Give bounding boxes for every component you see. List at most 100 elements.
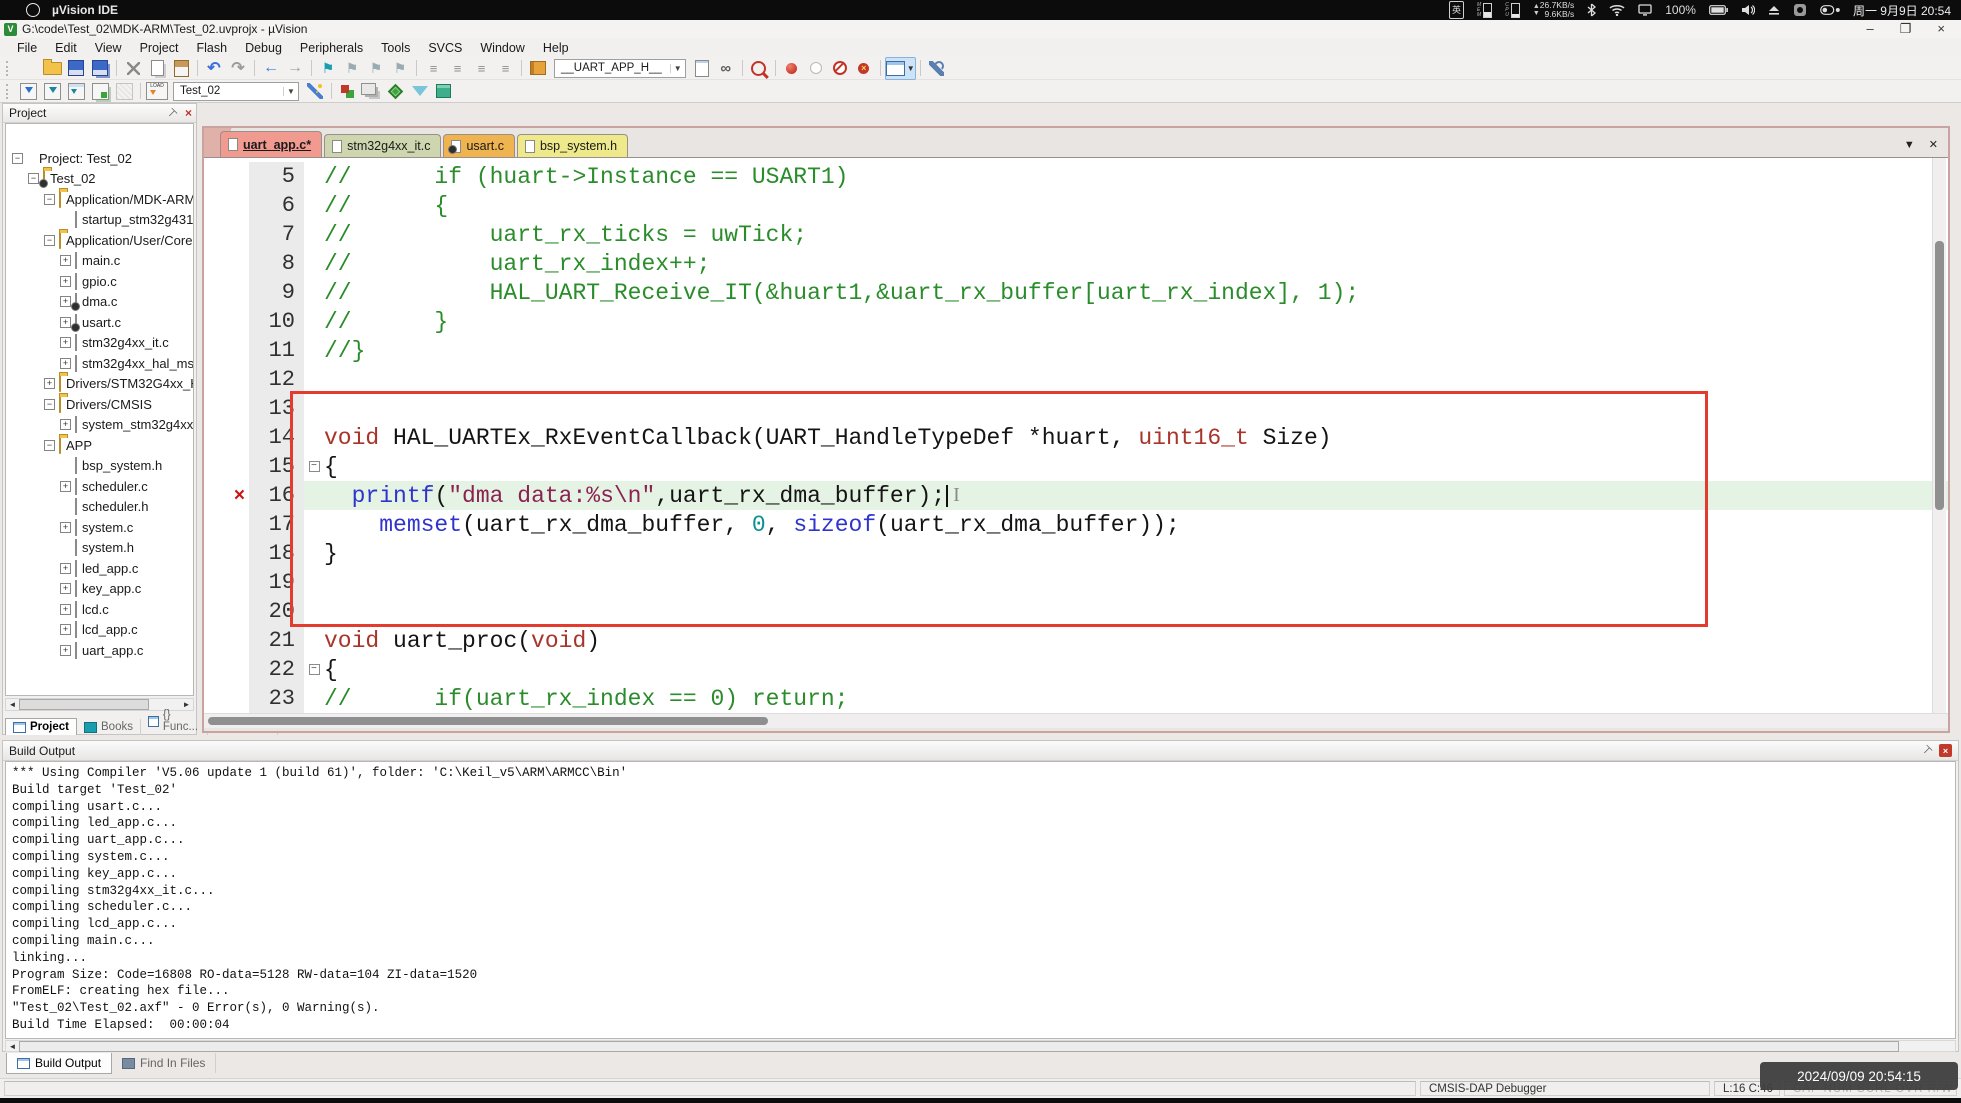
- build-output-hscrollbar[interactable]: ◄: [5, 1040, 1956, 1052]
- collapse-icon[interactable]: −: [12, 153, 23, 164]
- scroll-thumb[interactable]: [19, 1041, 1899, 1052]
- chevron-down-icon[interactable]: ▼: [283, 87, 295, 96]
- close-button[interactable]: ×: [1937, 21, 1945, 37]
- search-project-button[interactable]: [747, 58, 771, 79]
- maximize-button[interactable]: ❐: [1900, 21, 1912, 37]
- new-file-button[interactable]: [16, 58, 40, 79]
- bottom-tab-build-output[interactable]: Build Output: [6, 1053, 112, 1074]
- panel-tab-books[interactable]: Books: [77, 719, 141, 735]
- tree-item-usart-c[interactable]: +usart.c: [6, 312, 193, 333]
- cut-button[interactable]: [121, 58, 145, 79]
- unindent-button[interactable]: ≡: [421, 58, 445, 79]
- memory-gauge-icon[interactable]: MEM: [1477, 2, 1492, 18]
- expand-icon[interactable]: +: [60, 563, 71, 574]
- comment-button[interactable]: ≡: [469, 58, 493, 79]
- undo-button[interactable]: ↶: [202, 58, 226, 79]
- expand-icon[interactable]: +: [60, 358, 71, 369]
- code-line-content[interactable]: void HAL_UARTEx_RxEventCallback(UART_Han…: [304, 423, 1948, 452]
- code-editor[interactable]: 5// if (huart->Instance == USART1)6// {7…: [204, 158, 1948, 713]
- code-line-content[interactable]: }: [304, 539, 1948, 568]
- system-clock[interactable]: 周一 9月9日 20:54: [1853, 2, 1951, 19]
- project-tree[interactable]: −Project: Test_02−Test_02−Application/MD…: [5, 123, 194, 696]
- scroll-left-icon[interactable]: ◄: [6, 699, 19, 710]
- chevron-down-icon[interactable]: ▼: [670, 64, 682, 73]
- code-line-10[interactable]: 10// }: [204, 307, 1948, 336]
- find-in-files-doc-button[interactable]: [690, 58, 714, 79]
- collapse-icon[interactable]: −: [44, 440, 55, 451]
- runtime-environment-button[interactable]: [384, 81, 408, 102]
- code-line-content[interactable]: [304, 568, 1948, 597]
- menu-item-window[interactable]: Window: [471, 40, 533, 56]
- tree-item-bsp-system-h[interactable]: bsp_system.h: [6, 456, 193, 477]
- build-output-close-icon[interactable]: ×: [1939, 744, 1952, 757]
- code-line-5[interactable]: 5// if (huart->Instance == USART1): [204, 162, 1948, 191]
- wifi-icon[interactable]: [1609, 2, 1625, 18]
- toolbar-grip[interactable]: [6, 61, 11, 76]
- editor-vscrollbar[interactable]: [1932, 158, 1946, 713]
- menu-item-peripherals[interactable]: Peripherals: [291, 40, 372, 56]
- panel-tab-project[interactable]: Project: [5, 718, 77, 735]
- code-line-content[interactable]: [304, 597, 1948, 626]
- menu-item-svcs[interactable]: SVCS: [419, 40, 471, 56]
- toolbar-grip[interactable]: [6, 84, 11, 99]
- menu-item-tools[interactable]: Tools: [372, 40, 419, 56]
- display-icon[interactable]: [1638, 2, 1652, 18]
- tree-item-drivers-stm32g4xx-hal-dri[interactable]: +Drivers/STM32G4xx_HAL_Dri: [6, 374, 193, 395]
- project-close-icon[interactable]: ×: [185, 106, 192, 120]
- expand-icon[interactable]: +: [60, 645, 71, 656]
- prev-bookmark-button[interactable]: ⚑: [340, 58, 364, 79]
- code-line-21[interactable]: 21void uart_proc(void): [204, 626, 1948, 655]
- project-items-button[interactable]: [360, 81, 384, 102]
- eject-icon[interactable]: [1768, 2, 1780, 18]
- debug-windows-button[interactable]: ▼: [885, 57, 916, 80]
- pin-icon[interactable]: ⊤: [164, 105, 180, 121]
- tree-item-application-mdk-arm[interactable]: −Application/MDK-ARM: [6, 189, 193, 210]
- tree-item-lcd-c[interactable]: +lcd.c: [6, 599, 193, 620]
- tree-item-led-app-c[interactable]: +led_app.c: [6, 558, 193, 579]
- editor-tab-bsp-system-h[interactable]: bsp_system.h: [517, 134, 628, 157]
- editor-tab-uart-app-c[interactable]: uart_app.c*: [220, 131, 322, 157]
- tree-item-scheduler-h[interactable]: scheduler.h: [6, 497, 193, 518]
- tree-item-system-c[interactable]: +system.c: [6, 517, 193, 538]
- open-file-button[interactable]: [40, 58, 64, 79]
- code-line-23[interactable]: 23// if(uart_rx_index == 0) return;: [204, 684, 1948, 713]
- collapse-icon[interactable]: −: [28, 173, 39, 184]
- toggle-icon[interactable]: [1820, 2, 1840, 18]
- volume-icon[interactable]: [1741, 2, 1755, 18]
- expand-icon[interactable]: +: [60, 481, 71, 492]
- software-packs-button[interactable]: [408, 81, 432, 102]
- expand-icon[interactable]: +: [60, 419, 71, 430]
- breakpoints-kill-all-button[interactable]: ×: [852, 58, 876, 79]
- code-line-15[interactable]: 15−{: [204, 452, 1948, 481]
- panel-tab-func[interactable]: {} Func...: [141, 707, 208, 735]
- bluetooth-icon[interactable]: [1587, 2, 1596, 18]
- code-line-content[interactable]: // uart_rx_index++;: [304, 249, 1948, 278]
- tree-item-drivers-cmsis[interactable]: −Drivers/CMSIS: [6, 394, 193, 415]
- navigate-forward-button[interactable]: →: [283, 58, 307, 79]
- expand-icon[interactable]: +: [60, 255, 71, 266]
- save-button[interactable]: [64, 58, 88, 79]
- editor-tab-stm32g4xx-it-c[interactable]: stm32g4xx_it.c: [324, 134, 441, 157]
- code-line-22[interactable]: 22−{: [204, 655, 1948, 684]
- code-line-19[interactable]: 19: [204, 568, 1948, 597]
- collapse-icon[interactable]: −: [44, 399, 55, 410]
- tree-item-key-app-c[interactable]: +key_app.c: [6, 579, 193, 600]
- menu-item-flash[interactable]: Flash: [187, 40, 236, 56]
- code-line-content[interactable]: // }: [304, 307, 1948, 336]
- breakpoint-enable-button[interactable]: [804, 58, 828, 79]
- tree-item-scheduler-c[interactable]: +scheduler.c: [6, 476, 193, 497]
- tree-item-system-h[interactable]: system.h: [6, 538, 193, 559]
- tree-item-app[interactable]: −APP: [6, 435, 193, 456]
- tree-item-main-c[interactable]: +main.c: [6, 251, 193, 272]
- tree-item-startup-stm32g431xx-s[interactable]: startup_stm32g431xx.s: [6, 210, 193, 231]
- breakpoint-toggle-button[interactable]: [780, 58, 804, 79]
- code-line-11[interactable]: 11//}: [204, 336, 1948, 365]
- input-method-icon[interactable]: 英: [1449, 1, 1464, 19]
- scroll-thumb[interactable]: [1935, 241, 1944, 510]
- minimize-button[interactable]: –: [1867, 21, 1874, 37]
- chevron-down-icon[interactable]: ▼: [1904, 139, 1915, 151]
- settings-wrench-button[interactable]: [925, 58, 949, 79]
- code-line-13[interactable]: 13: [204, 394, 1948, 423]
- code-line-content[interactable]: //}: [304, 336, 1948, 365]
- menu-item-file[interactable]: File: [8, 40, 46, 56]
